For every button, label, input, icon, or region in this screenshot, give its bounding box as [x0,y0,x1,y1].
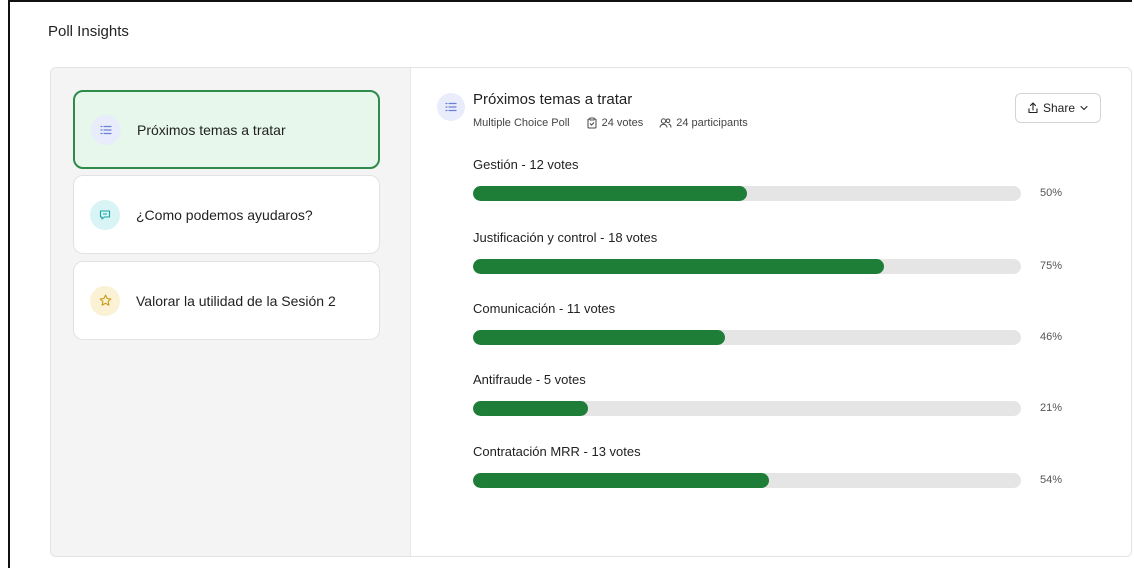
poll-panel: Próximos temas a tratar ¿Como podemos ay… [50,67,1132,557]
option-label: Antifraude - 5 votes [473,372,586,387]
option-percent: 54% [1040,474,1063,486]
option-label: Contratación MRR - 13 votes [473,444,641,459]
chat-icon [90,199,120,230]
poll-option: Comunicación - 11 votes 46% [473,301,1093,345]
option-bar-track [473,186,1021,201]
participant-count: 24 participants [676,117,748,129]
list-icon [91,114,121,145]
option-bar-fill [473,330,726,345]
option-bar-track [473,330,1021,345]
option-label: Comunicación - 11 votes [473,301,616,316]
star-icon [90,285,120,316]
option-percent: 50% [1040,187,1063,199]
option-percent: 75% [1040,260,1063,272]
option-bar-track [473,259,1021,274]
sidebar-item-label: ¿Como podemos ayudaros? [136,206,313,223]
option-label: Gestión - 12 votes [473,157,579,172]
poll-option: Gestión - 12 votes 50% [473,157,1093,201]
poll-meta: Multiple Choice Poll 24 votes 24 partici… [473,117,748,129]
poll-option: Antifraude - 5 votes 21% [473,372,1093,416]
option-bar-fill [473,473,769,488]
share-label: Share [1042,101,1076,115]
vote-count: 24 votes [601,117,644,129]
option-bar-fill [473,259,884,274]
sidebar-item-proximos-temas[interactable]: Próximos temas a tratar [73,90,380,169]
option-bar-fill [473,186,747,201]
clipboard-icon [587,117,597,129]
poll-results: Próximos temas a tratar Multiple Choice … [410,68,1131,556]
option-bar-fill [473,401,589,416]
poll-option: Justificación y control - 18 votes 75% [473,230,1093,274]
page-title: Poll Insights [48,23,129,40]
app-frame: Poll Insights Próximos temas a tratar ¿C… [8,0,1132,568]
poll-sidebar: Próximos temas a tratar ¿Como podemos ay… [51,68,410,556]
list-icon [437,93,465,121]
poll-title: Próximos temas a tratar [473,91,633,108]
poll-option: Contratación MRR - 13 votes 54% [473,444,1093,488]
option-label: Justificación y control - 18 votes [473,230,658,245]
sidebar-item-valorar-sesion[interactable]: Valorar la utilidad de la Sesión 2 [73,261,380,340]
share-icon [1028,102,1038,114]
share-button[interactable]: Share [1015,93,1101,123]
option-bar-track [473,401,1021,416]
sidebar-item-label: Valorar la utilidad de la Sesión 2 [136,292,336,309]
option-percent: 21% [1040,402,1063,414]
chevron-down-icon [1080,105,1088,111]
participants-icon [659,118,672,128]
sidebar-item-como-ayudaros[interactable]: ¿Como podemos ayudaros? [73,175,380,254]
option-percent: 46% [1040,331,1063,343]
option-bar-track [473,473,1021,488]
poll-type: Multiple Choice Poll [473,117,570,129]
sidebar-item-label: Próximos temas a tratar [137,121,286,138]
